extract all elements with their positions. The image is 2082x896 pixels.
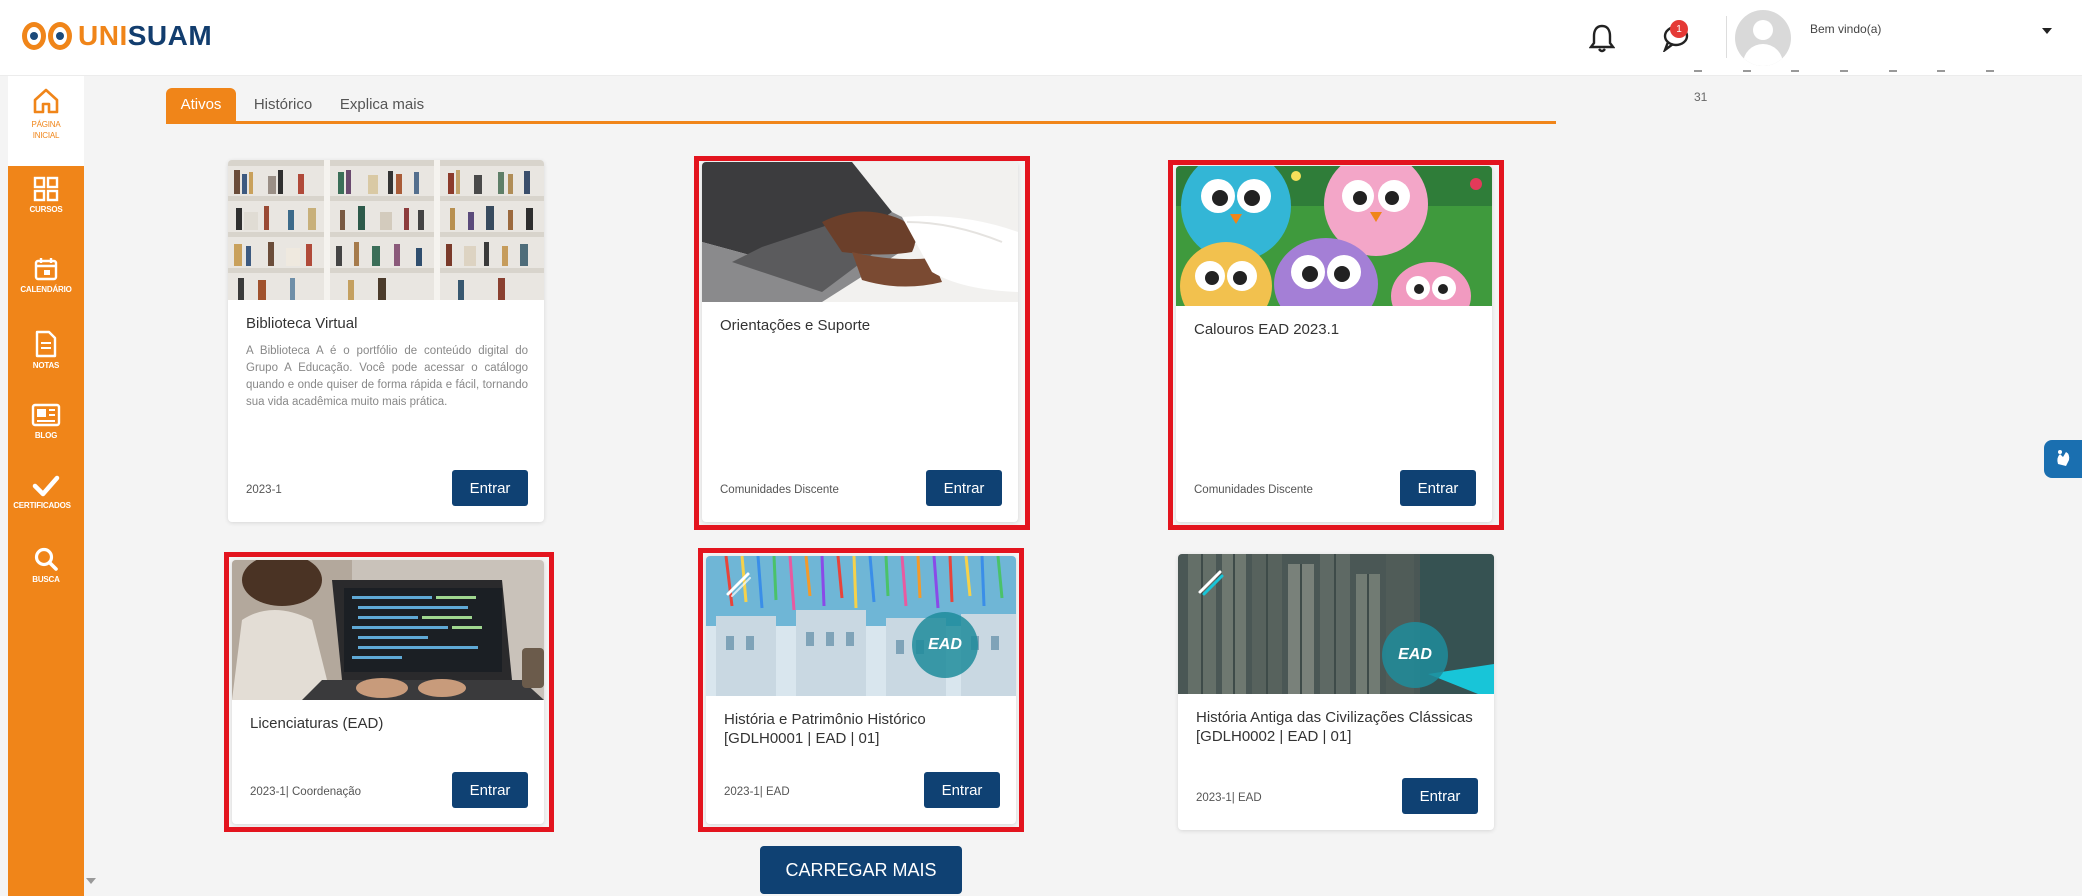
ancient-ruins-image: [1178, 554, 1494, 694]
user-avatar[interactable]: [1735, 10, 1791, 66]
header-divider: [1726, 16, 1727, 58]
course-card-biblioteca-virtual: Biblioteca Virtual A Biblioteca A é o po…: [228, 160, 544, 522]
enter-button[interactable]: Entrar: [1402, 778, 1478, 814]
course-tabs: Ativos Histórico Explica mais: [166, 88, 1556, 124]
sidebar: PÁGINA INICIAL CURSOS CALENDÁRIO NOTAS B…: [8, 76, 84, 896]
accessibility-sign-language-icon[interactable]: [2044, 440, 2082, 478]
grid-icon: [33, 176, 59, 202]
card-description: A Biblioteca A é o portfólio de conteúdo…: [246, 345, 528, 408]
logo-suffix: SUAM: [127, 20, 213, 51]
logo-prefix: UNI: [78, 20, 128, 51]
laptop-typing-image: [702, 162, 1018, 302]
sidebar-item-label: CALENDÁRIO: [20, 285, 72, 294]
ead-badge: EAD: [1382, 622, 1448, 688]
bookshelf-image: [228, 160, 544, 300]
home-icon: [33, 88, 59, 114]
laptop-code-image: [232, 560, 544, 700]
sidebar-item-label: NOTAS: [32, 361, 60, 370]
tab-ativos[interactable]: Ativos: [166, 88, 236, 121]
enter-button[interactable]: Entrar: [452, 470, 528, 506]
card-meta: 2023-1| EAD: [1196, 792, 1262, 804]
sidebar-item-calendario[interactable]: CALENDÁRIO: [8, 256, 84, 294]
check-icon: [32, 475, 60, 497]
unisuam-logo[interactable]: UNISUAM: [22, 20, 212, 52]
sidebar-item-notas[interactable]: NOTAS: [8, 330, 84, 370]
card-meta: Comunidades Discente: [720, 484, 839, 496]
user-menu-chevron-down-icon[interactable]: [2042, 28, 2052, 34]
calendar-week-row: [1694, 70, 1994, 76]
card-title: Licenciaturas (EAD): [250, 715, 384, 732]
card-title: Calouros EAD 2023.1: [1194, 321, 1340, 338]
card-meta: 2023-1| Coordenação: [250, 786, 362, 798]
sidebar-item-home[interactable]: PÁGINA INICIAL: [8, 76, 84, 166]
sidebar-item-label: CERTIFICADOS: [13, 501, 71, 510]
welcome-text: Bem vindo(a): [1810, 22, 1882, 36]
tab-historico[interactable]: Histórico: [242, 88, 324, 121]
sidebar-item-label: CURSOS: [29, 205, 63, 214]
load-more-button[interactable]: CARREGAR MAIS: [760, 846, 962, 894]
calendar-day[interactable]: 31: [1694, 90, 1707, 104]
enter-button[interactable]: Entrar: [926, 470, 1002, 506]
sidebar-item-certificados[interactable]: CERTIFICADOS: [8, 474, 84, 510]
notifications-bell-icon[interactable]: [1582, 18, 1622, 58]
cartoon-owls-image: [1176, 166, 1492, 306]
calendar-icon: [34, 258, 58, 281]
course-card-licenciaturas: Licenciaturas (EAD) 2023-1| Coordenação …: [232, 560, 544, 824]
enter-button[interactable]: Entrar: [1400, 470, 1476, 506]
course-card-calouros-ead: Calouros EAD 2023.1 Comunidades Discente…: [1176, 166, 1492, 522]
sidebar-item-label: BLOG: [34, 431, 58, 440]
sidebar-item-cursos[interactable]: CURSOS: [8, 176, 84, 214]
owl-logo-icon: [22, 22, 72, 50]
course-card-orientacoes-suporte: Orientações e Suporte Comunidades Discen…: [702, 162, 1018, 522]
card-title: Biblioteca Virtual: [246, 315, 358, 332]
paperclip-icon: [1198, 570, 1224, 596]
search-icon: [34, 547, 58, 571]
newspaper-icon: [31, 403, 61, 427]
enter-button[interactable]: Entrar: [924, 772, 1000, 808]
course-card-historia-antiga: EAD História Antiga das Civilizações Clá…: [1178, 554, 1494, 830]
sidebar-scroll-down-icon[interactable]: [86, 878, 96, 884]
logo-text: UNISUAM: [78, 20, 212, 52]
course-card-historia-patrimonio: EAD História e Patrimônio Histórico [GDL…: [706, 556, 1016, 824]
card-title: História Antiga das Civilizações Clássic…: [1196, 709, 1473, 745]
sidebar-item-blog[interactable]: BLOG: [8, 402, 84, 440]
paperclip-icon: [726, 572, 751, 597]
card-meta: 2023-1| EAD: [724, 786, 790, 798]
sidebar-item-label: PÁGINA INICIAL: [31, 120, 61, 140]
enter-button[interactable]: Entrar: [452, 772, 528, 808]
document-icon: [35, 330, 57, 358]
top-header: UNISUAM 1 Bem vindo(a): [0, 0, 2082, 76]
card-meta: 2023-1: [246, 484, 282, 496]
sidebar-item-busca[interactable]: BUSCA: [8, 546, 84, 584]
card-title: Orientações e Suporte: [720, 317, 871, 334]
notification-badge: 1: [1670, 20, 1688, 38]
ead-badge: EAD: [912, 612, 978, 678]
card-meta: Comunidades Discente: [1194, 484, 1313, 496]
tab-explica-mais[interactable]: Explica mais: [332, 88, 432, 121]
sidebar-item-label: BUSCA: [32, 575, 60, 584]
card-title: História e Patrimônio Histórico [GDLH000…: [724, 711, 926, 747]
